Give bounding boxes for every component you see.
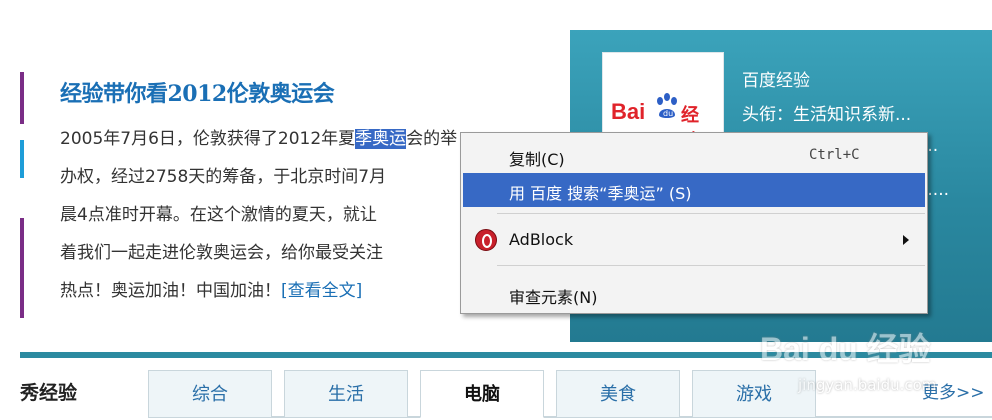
- tab-life[interactable]: 生活: [284, 370, 408, 418]
- author-rank: 头衔：生活知识系新...: [742, 105, 912, 125]
- watermark: Bai du 经验 jingyan.baidu.com: [760, 316, 980, 406]
- summary-line: 着我们一起走进伦敦奥运会，给你最受关注: [60, 234, 480, 272]
- summary-line: 晨4点准时开幕。在这个激情的夏天，就让: [60, 196, 480, 234]
- tab-computer[interactable]: 电脑: [420, 370, 544, 418]
- adblock-icon: [475, 229, 497, 251]
- summary-line: 办权，经过2758天的筹备，于北京时间7月: [60, 158, 480, 196]
- watermark-url: jingyan.baidu.com: [798, 376, 937, 394]
- summary-text: 着我们一起走进伦敦奥运会，给你最受关注: [60, 243, 383, 263]
- menu-item-adblock[interactable]: AdBlock: [463, 223, 925, 257]
- tab-food[interactable]: 美食: [556, 370, 680, 418]
- article-title[interactable]: 经验带你看2012伦敦奥运会: [60, 76, 335, 108]
- menu-item-copy[interactable]: 复制(C) Ctrl+C: [463, 139, 925, 173]
- logo-text: Bai: [611, 99, 646, 124]
- summary-line: 2005年7月6日，伦敦获得了2012年夏季奥运会的举: [60, 120, 480, 158]
- menu-item-label: 审查元素(N): [509, 288, 598, 307]
- menu-item-label: AdBlock: [509, 230, 574, 249]
- menu-item-search-baidu[interactable]: 用 百度 搜索“季奥运” (S): [463, 173, 925, 207]
- summary-text: 晨4点准时开幕。在这个激情的夏天，就让: [60, 205, 377, 225]
- submenu-arrow-icon: [903, 235, 909, 245]
- article-summary: 2005年7月6日，伦敦获得了2012年夏季奥运会的举 办权，经过2758天的筹…: [60, 120, 480, 310]
- read-full-article-link[interactable]: [查看全文]: [281, 281, 362, 301]
- menu-item-inspect-element[interactable]: 审查元素(N): [463, 277, 925, 311]
- tab-comprehensive[interactable]: 综合: [148, 370, 272, 418]
- summary-text: 办权，经过2758天的筹备，于北京时间7月: [60, 167, 387, 187]
- svg-text:du: du: [663, 109, 673, 118]
- menu-item-shortcut: Ctrl+C: [809, 147, 860, 163]
- paw-icon: du: [657, 93, 677, 118]
- menu-item-label: 复制(C): [509, 150, 565, 169]
- baidu-jingyan-logo: Bai du 经验: [611, 93, 715, 152]
- menu-separator: [497, 213, 925, 214]
- summary-text: 2005年7月6日，伦敦获得了2012年夏: [60, 129, 356, 149]
- summary-text: 热点！奥运加油！中国加油！: [60, 281, 281, 301]
- selected-text: 季奥运: [355, 129, 407, 149]
- context-menu: 复制(C) Ctrl+C 用 百度 搜索“季奥运” (S) AdBlock 审查…: [460, 132, 928, 314]
- author-name[interactable]: 百度经验: [742, 66, 810, 91]
- section-title: 秀经验: [20, 382, 78, 404]
- summary-text: 会的举: [406, 129, 458, 149]
- watermark-logo: Bai du 经验: [760, 331, 931, 367]
- summary-line: 热点！奥运加油！中国加油！[查看全文]: [60, 272, 480, 310]
- menu-item-label: 用 百度 搜索“季奥运” (S): [509, 184, 692, 203]
- menu-separator: [497, 265, 925, 266]
